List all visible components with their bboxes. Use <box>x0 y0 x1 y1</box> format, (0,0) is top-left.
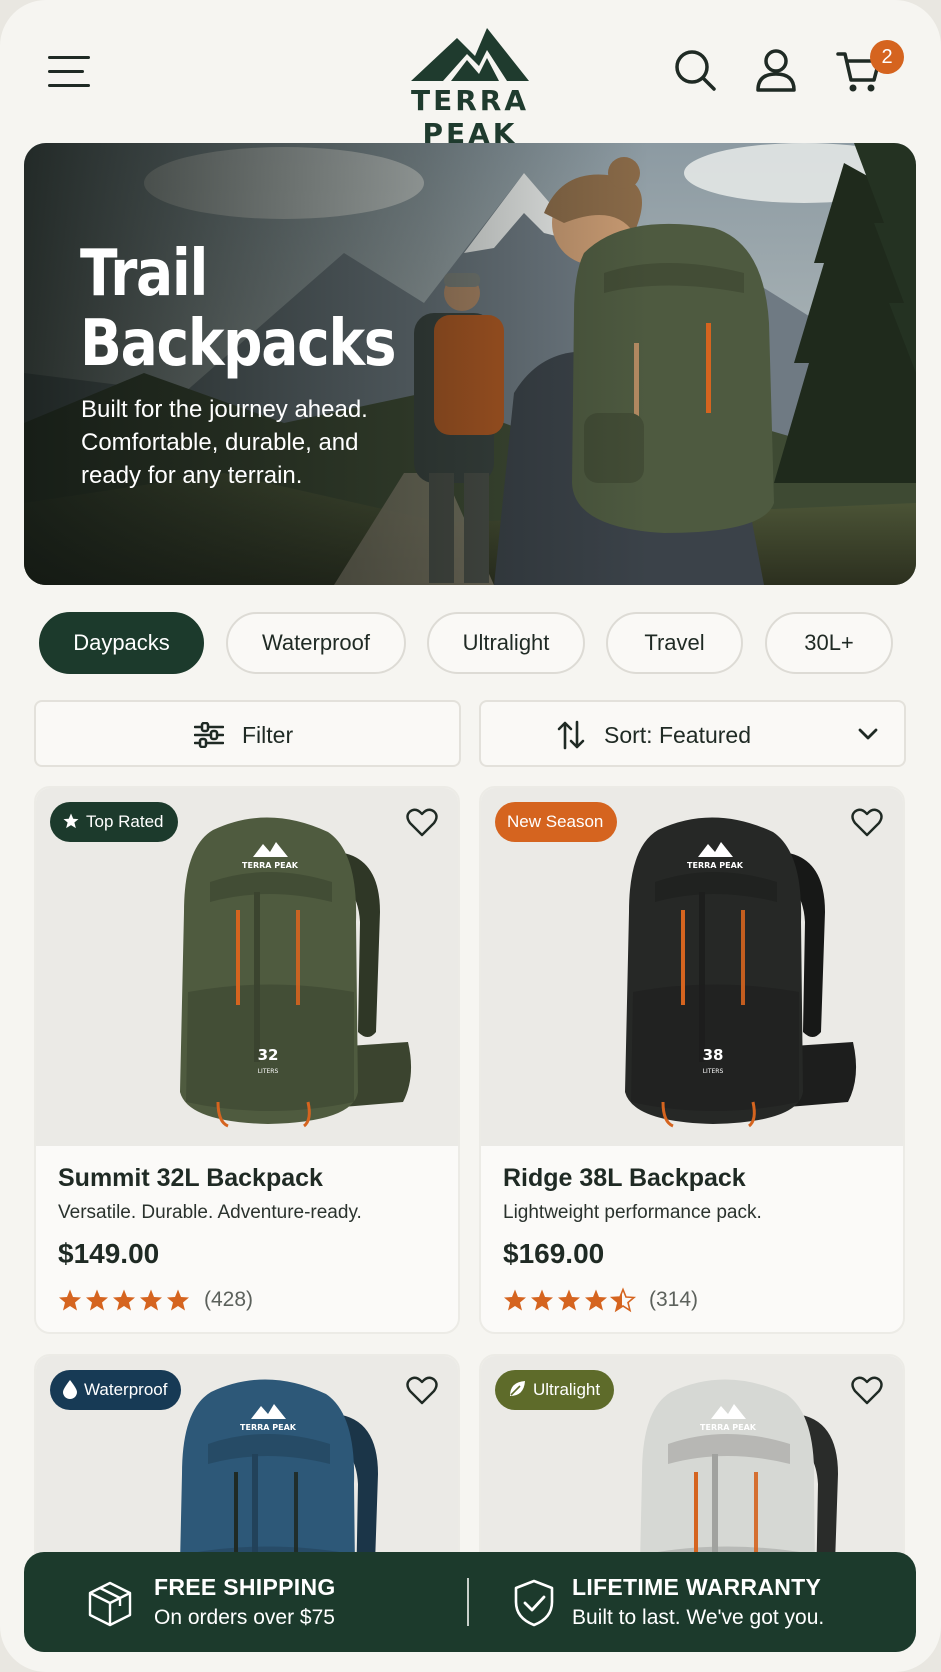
sliders-icon <box>194 722 224 748</box>
chip-travel[interactable]: Travel <box>606 612 743 674</box>
hero-title: Trail Backpacks <box>80 237 397 381</box>
rating-stars <box>59 1289 189 1311</box>
benefits-banner: FREE SHIPPING On orders over $75 LIFETIM… <box>24 1552 916 1652</box>
product-badge: Ultralight <box>495 1370 615 1410</box>
product-card[interactable]: TERRA PEAK Waterproof <box>34 1354 460 1574</box>
app-screen: TERRA PEAK 2 Trail Backpacks Built for t… <box>0 0 941 1672</box>
svg-text:TERRA PEAK: TERRA PEAK <box>687 861 744 870</box>
review-count: (314) <box>649 1288 699 1311</box>
banner-divider <box>467 1578 469 1626</box>
box-icon <box>88 1581 132 1627</box>
star-full-icon <box>86 1289 108 1311</box>
svg-text:LITERS: LITERS <box>258 1068 279 1075</box>
star-full-icon <box>140 1289 162 1311</box>
mountain-logo-icon <box>411 28 529 81</box>
heart-icon[interactable] <box>851 808 885 840</box>
shipping-title: FREE SHIPPING <box>154 1574 336 1600</box>
leaf-icon <box>510 1381 525 1397</box>
chip-waterproof[interactable]: Waterproof <box>226 612 406 674</box>
product-price: $169.00 <box>503 1238 605 1269</box>
cart-count-badge: 2 <box>870 40 904 74</box>
search-icon[interactable] <box>672 46 720 94</box>
star-full-icon <box>504 1289 526 1311</box>
backpack-image: TERRA PEAK <box>639 1379 838 1572</box>
header: TERRA PEAK 2 <box>0 0 941 150</box>
product-description: Lightweight performance pack. <box>503 1202 762 1223</box>
product-name[interactable]: Summit 32L Backpack <box>58 1164 323 1193</box>
hero-subtitle: Built for the journey ahead. Comfortable… <box>81 396 368 489</box>
chevron-down-icon <box>858 728 878 740</box>
sort-label: Sort: Featured <box>604 722 752 748</box>
product-badge: Waterproof <box>50 1370 182 1410</box>
product-badge: New Season <box>495 802 618 842</box>
brand-logo[interactable]: TERRA PEAK <box>370 24 570 150</box>
shipping-subtitle: On orders over $75 <box>154 1606 335 1629</box>
star-half-icon <box>609 1287 637 1313</box>
star-full-icon <box>113 1289 135 1311</box>
filter-label: Filter <box>242 722 294 748</box>
chip-daypacks[interactable]: Daypacks <box>39 612 204 674</box>
warranty-subtitle: Built to last. We've got you. <box>572 1606 825 1629</box>
chip-30l-plus[interactable]: 30L+ <box>765 612 893 674</box>
warranty-title: LIFETIME WARRANTY <box>572 1574 822 1600</box>
chip-ultralight[interactable]: Ultralight <box>427 612 585 674</box>
svg-text:TERRA PEAK: TERRA PEAK <box>240 1423 297 1432</box>
svg-text:LITERS: LITERS <box>703 1068 724 1075</box>
product-price: $149.00 <box>58 1238 160 1269</box>
brand-name: TERRA PEAK <box>410 84 530 150</box>
svg-text:32: 32 <box>258 1046 279 1064</box>
heart-icon[interactable] <box>406 808 440 840</box>
star-full-icon <box>585 1289 607 1311</box>
backpack-image: TERRA PEAK 32 LITERS <box>180 817 412 1128</box>
star-full-icon <box>59 1289 81 1311</box>
hero-banner: Trail Backpacks Built for the journey ah… <box>24 143 916 585</box>
sort-arrows-icon <box>557 720 585 750</box>
product-card[interactable]: TERRA PEAK 38 LITERS New Season Ridge 38L … <box>479 786 905 1334</box>
star-full-icon <box>167 1289 189 1311</box>
shield-check-icon <box>514 1579 554 1627</box>
menu-icon[interactable] <box>48 52 92 92</box>
star-full-icon <box>558 1289 580 1311</box>
svg-text:TERRA PEAK: TERRA PEAK <box>242 861 299 870</box>
rating-stars <box>504 1287 637 1313</box>
heart-icon[interactable] <box>851 1376 885 1408</box>
svg-text:38: 38 <box>703 1046 724 1064</box>
product-card[interactable]: TERRA PEAK 32 LITERS Top Rated Summit 32L … <box>34 786 460 1334</box>
heart-icon[interactable] <box>406 1376 440 1408</box>
product-name[interactable]: Ridge 38L Backpack <box>503 1164 746 1193</box>
star-icon <box>63 813 79 829</box>
user-icon[interactable] <box>752 46 800 94</box>
sort-dropdown[interactable]: Sort: Featured <box>479 700 906 767</box>
backpack-image: TERRA PEAK 38 LITERS <box>625 817 857 1128</box>
product-description: Versatile. Durable. Adventure-ready. <box>58 1202 362 1223</box>
product-card[interactable]: TERRA PEAK Ultralight <box>479 1354 905 1574</box>
filter-button[interactable]: Filter <box>34 700 461 767</box>
star-full-icon <box>531 1289 553 1311</box>
review-count: (428) <box>204 1288 254 1311</box>
water-drop-icon <box>63 1380 77 1400</box>
svg-text:TERRA PEAK: TERRA PEAK <box>700 1423 757 1432</box>
product-badge: Top Rated <box>50 802 178 842</box>
